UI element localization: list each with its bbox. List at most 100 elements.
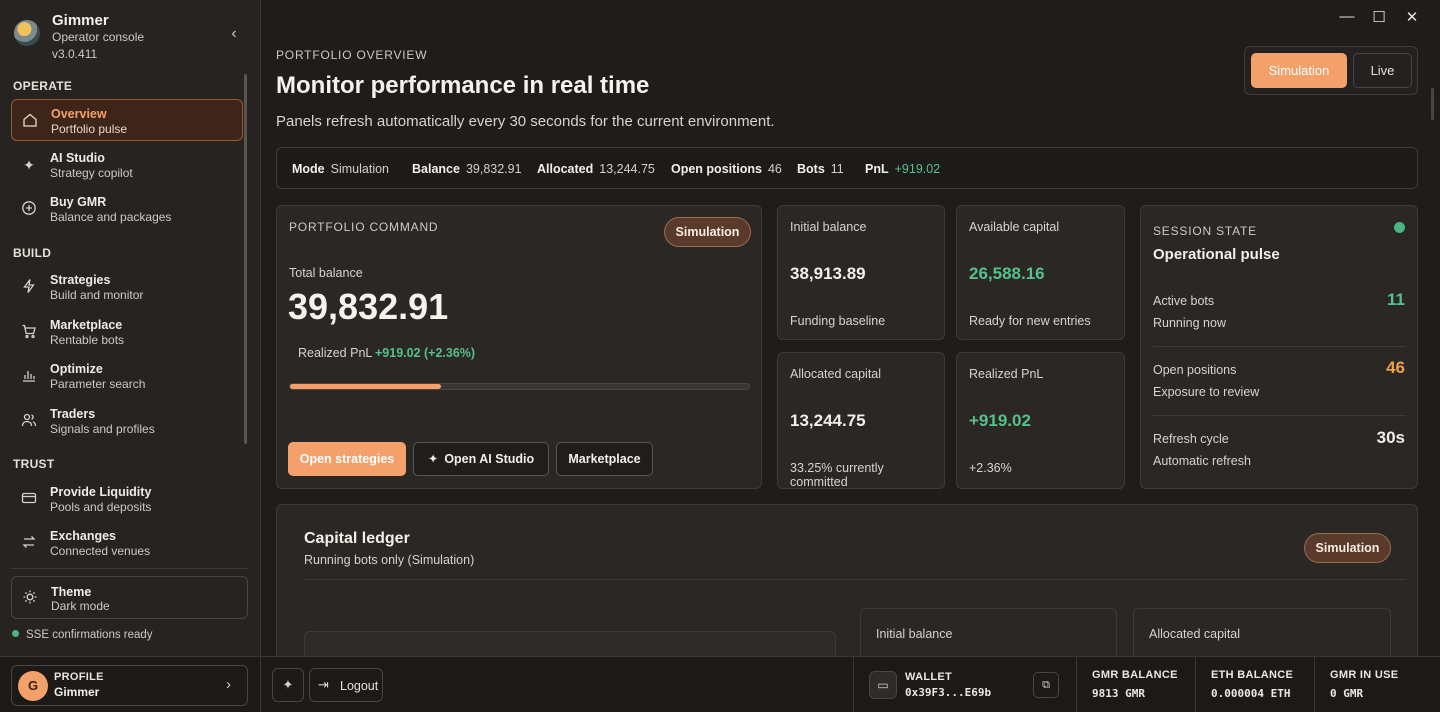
metric-value: 38,913.89: [790, 264, 866, 283]
sidebar-item-strategies[interactable]: Strategies Build and monitor: [11, 266, 243, 308]
theme-sub: Dark mode: [51, 599, 110, 613]
ledger-card-initial-balance: Initial balance: [860, 608, 1117, 656]
sidebar-scrollbar[interactable]: [244, 74, 247, 444]
marketplace-button[interactable]: Marketplace: [556, 442, 653, 476]
metric-note: Ready for new entries: [969, 314, 1091, 328]
logout-button[interactable]: ⇥ Logout: [309, 668, 383, 702]
stat-balance: Balance 39,832.91: [412, 162, 522, 176]
sse-status-text: SSE confirmations ready: [26, 629, 153, 641]
open-ai-studio-label: Open AI Studio: [444, 452, 535, 466]
stat-allocated: Allocated 13,244.75: [537, 162, 655, 176]
theme-toggle[interactable]: Theme Dark mode: [11, 576, 248, 619]
logout-label: Logout: [340, 679, 379, 693]
sidebar-item-sub: Signals and profiles: [50, 422, 155, 436]
total-balance-label: Total balance: [289, 266, 363, 280]
capital-ledger-card: Capital ledger Running bots only (Simula…: [276, 504, 1418, 656]
metric-card-available-capital: Available capital 26,588.16 Ready for ne…: [956, 205, 1125, 340]
app-window: Gimmer Operator console v3.0.411 ‹ OPERA…: [0, 0, 1440, 712]
env-live-button[interactable]: Live: [1353, 53, 1412, 88]
metric-value: 13,244.75: [790, 411, 866, 430]
metric-label: Available capital: [969, 220, 1060, 234]
card-icon: [20, 490, 38, 508]
allocation-progress-bar: [289, 383, 750, 390]
close-icon[interactable]: ✕: [1402, 8, 1422, 26]
bar-chart-icon: [20, 367, 38, 385]
sidebar-divider: [11, 568, 248, 569]
open-ai-studio-button[interactable]: ✦ Open AI Studio: [413, 442, 549, 476]
profile-label: PROFILE: [54, 671, 104, 683]
env-simulation-button[interactable]: Simulation: [1251, 53, 1347, 88]
chevron-right-icon: ›: [226, 676, 231, 693]
page-eyebrow: PORTFOLIO OVERVIEW: [276, 48, 428, 62]
session-state-card: SESSION STATE Operational pulse Active b…: [1140, 205, 1418, 489]
cart-icon: [20, 323, 38, 341]
main-scrollbar[interactable]: [1431, 88, 1434, 120]
sidebar-item-sub: Pools and deposits: [50, 500, 152, 514]
stat-pnl: PnL +919.02: [865, 162, 941, 176]
gmr-balance-label: GMR BALANCE: [1092, 669, 1178, 681]
stat-mode: Mode Simulation: [292, 162, 390, 176]
bottom-divider: [853, 657, 854, 712]
session-divider: [1153, 346, 1406, 347]
sidebar-item-title: Strategies: [50, 273, 111, 287]
sidebar-item-overview[interactable]: Overview Portfolio pulse: [11, 99, 243, 141]
session-row-value: 30s: [1376, 428, 1405, 447]
sidebar-item-exchanges[interactable]: Exchanges Connected venues: [11, 522, 243, 564]
stat-open-positions: Open positions 46: [671, 162, 782, 176]
ledger-card-label: Allocated capital: [1149, 627, 1241, 641]
wallet-address: 0x39F3...E69b: [905, 686, 992, 699]
sidebar-item-ai-studio[interactable]: ✦ AI Studio Strategy copilot: [11, 144, 243, 186]
sidebar-item-title: Overview: [51, 107, 107, 121]
ledger-chart-panel: [304, 631, 836, 656]
eth-balance-value: 0.000004 ETH: [1211, 687, 1291, 700]
lightning-icon: [20, 278, 38, 296]
ledger-card-allocated-capital: Allocated capital: [1133, 608, 1391, 656]
sidebar-item-marketplace[interactable]: Marketplace Rentable bots: [11, 311, 243, 353]
sidebar-item-title: AI Studio: [50, 151, 105, 165]
users-icon: [20, 412, 38, 430]
section-label-build: BUILD: [13, 246, 52, 260]
collapse-sidebar-icon[interactable]: ‹: [224, 24, 244, 44]
page-title: Monitor performance in real time: [276, 72, 650, 99]
sidebar-item-sub: Parameter search: [50, 377, 146, 391]
portfolio-command-card: PORTFOLIO COMMAND Simulation Total balan…: [276, 205, 762, 489]
gmr-in-use-value: 0 GMR: [1330, 687, 1364, 700]
sidebar-item-title: Marketplace: [50, 318, 123, 332]
minimize-icon[interactable]: —: [1337, 8, 1357, 25]
wallet-label: WALLET: [905, 671, 953, 683]
sidebar: Gimmer Operator console v3.0.411 ‹ OPERA…: [0, 0, 261, 656]
maximize-icon[interactable]: ☐: [1369, 8, 1389, 26]
sidebar-item-sub: Rentable bots: [50, 333, 125, 347]
metric-note: 33.25% currently committed: [790, 461, 884, 489]
allocation-progress-fill: [290, 384, 442, 389]
metric-value: +919.02: [969, 411, 1031, 430]
avatar: G: [18, 671, 48, 701]
ai-assist-button[interactable]: ✦: [272, 668, 304, 702]
session-row-value: 11: [1387, 290, 1405, 309]
live-status-dot-icon: [1394, 222, 1405, 233]
sidebar-item-optimize[interactable]: Optimize Parameter search: [11, 355, 243, 397]
realized-pnl-value: +919.02 (+2.36%): [375, 346, 476, 360]
metric-value: 26,588.16: [969, 264, 1045, 283]
section-label-operate: OPERATE: [13, 79, 73, 93]
bottom-divider: [1195, 657, 1196, 712]
profile-button[interactable]: G PROFILE Gimmer ›: [11, 665, 248, 706]
session-row-sub: Running now: [1153, 316, 1226, 330]
environment-toggle: Simulation Live: [1244, 46, 1418, 95]
sidebar-item-title: Exchanges: [50, 529, 117, 543]
sidebar-item-traders[interactable]: Traders Signals and profiles: [11, 400, 243, 442]
session-row-label: Active bots: [1153, 294, 1215, 308]
sparkle-icon: ✦: [427, 452, 439, 466]
sidebar-item-buy-gmr[interactable]: Buy GMR Balance and packages: [11, 188, 243, 230]
metric-label: Allocated capital: [790, 367, 882, 381]
copy-icon: ⧉: [1042, 679, 1050, 691]
sidebar-item-provide-liquidity[interactable]: Provide Liquidity Pools and deposits: [11, 478, 243, 520]
gmr-balance-value: 9813 GMR: [1092, 687, 1145, 700]
brand-subtitle: Operator console: [52, 30, 145, 44]
open-strategies-button[interactable]: Open strategies: [288, 442, 406, 476]
metric-note: +2.36%: [969, 461, 1012, 475]
session-row-sub: Exposure to review: [1153, 385, 1260, 399]
session-row-sub: Automatic refresh: [1153, 454, 1251, 468]
plus-circle-icon: [20, 200, 38, 218]
copy-address-button[interactable]: ⧉: [1033, 672, 1059, 698]
